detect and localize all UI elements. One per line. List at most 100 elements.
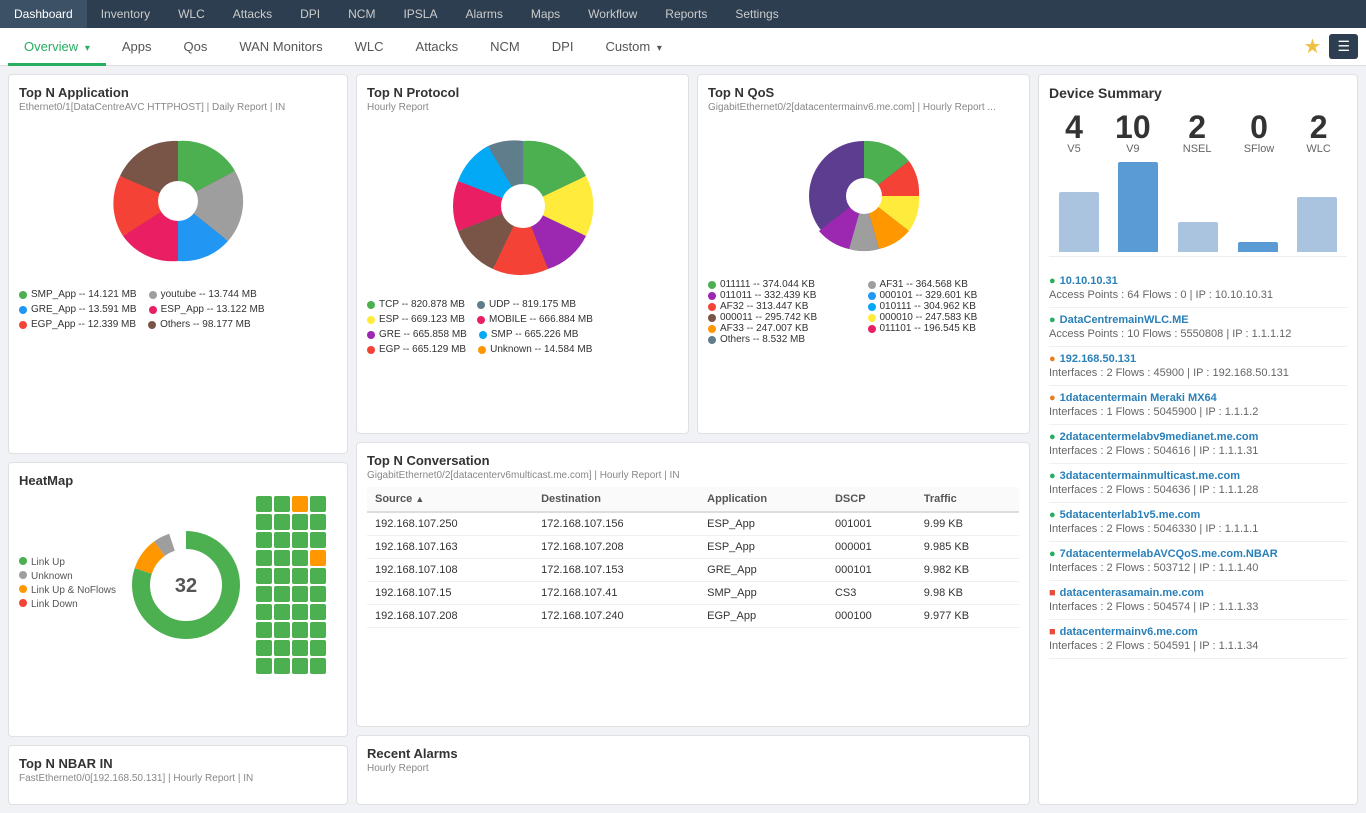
nav-attacks[interactable]: Attacks	[219, 0, 286, 28]
legend-item: youtube -- 13.744 MB	[149, 289, 257, 300]
table-cell-traffic: 9.99 KB	[916, 512, 1019, 536]
table-cell-dest: 172.168.107.153	[533, 559, 699, 582]
device-name[interactable]: ●3datacentermainmulticast.me.com	[1049, 470, 1347, 482]
top-n-app-title: Top N Application	[19, 85, 337, 100]
table-cell-dscp: 001001	[827, 512, 916, 536]
tab-ncm[interactable]: NCM	[474, 28, 536, 66]
device-summary-title: Device Summary	[1049, 85, 1347, 101]
top-n-protocol-subtitle: Hourly Report	[367, 102, 678, 113]
nav-inventory[interactable]: Inventory	[87, 0, 164, 28]
table-cell-dest: 172.168.107.208	[533, 536, 699, 559]
recent-alarms-title: Recent Alarms	[367, 746, 1019, 761]
device-info: Interfaces : 1 Flows : 5045900 | IP : 1.…	[1049, 406, 1347, 418]
conversation-table: Source ▲ Destination Application DSCP Tr…	[367, 487, 1019, 628]
recent-alarms-card: Recent Alarms Hourly Report	[356, 735, 1030, 805]
device-counts: 4 V5 10 V9 2 NSEL 0 SFlow 2 WLC	[1049, 111, 1347, 155]
device-bar-chart	[1049, 167, 1347, 257]
legend-item: SMP_App -- 14.121 MB	[19, 289, 137, 300]
sort-arrow: ▲	[415, 494, 424, 504]
count-nsel: 2 NSEL	[1183, 111, 1212, 155]
tab-attacks[interactable]: Attacks	[400, 28, 475, 66]
table-cell-source: 192.168.107.250	[367, 512, 533, 536]
table-cell-dest: 172.168.107.156	[533, 512, 699, 536]
hm-legend-noflows: Link Up & NoFlows	[19, 585, 116, 596]
nav-wlc[interactable]: WLC	[164, 0, 219, 28]
list-item: ■datacenterasamain.me.com Interfaces : 2…	[1049, 581, 1347, 620]
favorite-button[interactable]: ★	[1304, 34, 1322, 59]
device-name[interactable]: ■datacentermainv6.me.com	[1049, 626, 1347, 638]
tab-overview[interactable]: Overview ▾	[8, 28, 106, 66]
table-cell-source: 192.168.107.208	[367, 605, 533, 628]
col-source[interactable]: Source ▲	[367, 487, 533, 512]
main-content: Top N Application Ethernet0/1[DataCentre…	[0, 66, 1366, 813]
tab-wan-monitors[interactable]: WAN Monitors	[223, 28, 338, 66]
device-list: ●10.10.10.31 Access Points : 64 Flows : …	[1049, 269, 1347, 659]
nav-dpi[interactable]: DPI	[286, 0, 334, 28]
count-v9: 10 V9	[1115, 111, 1151, 155]
center-column: Top N Protocol Hourly Report	[356, 74, 1030, 805]
table-cell-source: 192.168.107.108	[367, 559, 533, 582]
top-n-conv-subtitle: GigabitEthernet0/2[datacenterv6multicast…	[367, 470, 1019, 481]
menu-button[interactable]: ☰	[1329, 34, 1358, 59]
col-application[interactable]: Application	[699, 487, 827, 512]
device-name[interactable]: ■datacenterasamain.me.com	[1049, 587, 1347, 599]
col-destination[interactable]: Destination	[533, 487, 699, 512]
hm-legend-linkdown: Link Down	[19, 599, 116, 610]
tab-dpi[interactable]: DPI	[536, 28, 590, 66]
top-n-app-pie	[98, 121, 258, 281]
col-traffic[interactable]: Traffic	[916, 487, 1019, 512]
device-status-icon: ●	[1049, 314, 1056, 326]
device-name[interactable]: ●10.10.10.31	[1049, 275, 1347, 287]
hm-legend-linkup: Link Up	[19, 557, 116, 568]
nav-workflow[interactable]: Workflow	[574, 0, 651, 28]
list-item: ●192.168.50.131 Interfaces : 2 Flows : 4…	[1049, 347, 1347, 386]
device-status-icon: ●	[1049, 509, 1056, 521]
bar-v9	[1118, 162, 1158, 252]
table-row: 192.168.107.250172.168.107.156ESP_App001…	[367, 512, 1019, 536]
list-item: ■datacentermainv6.me.com Interfaces : 2 …	[1049, 620, 1347, 659]
device-name[interactable]: ●5datacenterlab1v5.me.com	[1049, 509, 1347, 521]
nav-reports[interactable]: Reports	[651, 0, 721, 28]
device-name[interactable]: ●1datacentermain Meraki MX64	[1049, 392, 1347, 404]
count-wlc: 2 WLC	[1306, 111, 1330, 155]
device-name[interactable]: ●7datacentermelabAVCQoS.me.com.NBAR	[1049, 548, 1347, 560]
device-name[interactable]: ●2datacentermelabv9medianet.me.com	[1049, 431, 1347, 443]
device-info: Interfaces : 2 Flows : 504616 | IP : 1.1…	[1049, 445, 1347, 457]
top-n-qos-title: Top N QoS	[708, 85, 1019, 100]
tab-custom[interactable]: Custom ▾	[589, 28, 677, 66]
top-n-app-legend: SMP_App -- 14.121 MB youtube -- 13.744 M…	[19, 289, 337, 330]
table-row: 192.168.107.163172.168.107.208ESP_App000…	[367, 536, 1019, 559]
nav-maps[interactable]: Maps	[517, 0, 574, 28]
list-item: ●2datacentermelabv9medianet.me.com Inter…	[1049, 425, 1347, 464]
device-summary-card: Device Summary 4 V5 10 V9 2 NSEL 0 SFlow	[1038, 74, 1358, 805]
table-cell-dest: 172.168.107.41	[533, 582, 699, 605]
table-row: 192.168.107.208172.168.107.240EGP_App000…	[367, 605, 1019, 628]
table-cell-traffic: 9.977 KB	[916, 605, 1019, 628]
top-n-conversation-card: Top N Conversation GigabitEthernet0/2[da…	[356, 442, 1030, 727]
table-cell-dest: 172.168.107.240	[533, 605, 699, 628]
heatmap-donut: 32	[126, 525, 246, 645]
tab-wlc[interactable]: WLC	[339, 28, 400, 66]
table-cell-source: 192.168.107.163	[367, 536, 533, 559]
list-item: ●DataCentremainWLC.ME Access Points : 10…	[1049, 308, 1347, 347]
nav-alarms[interactable]: Alarms	[451, 0, 516, 28]
nav-settings[interactable]: Settings	[721, 0, 792, 28]
top-n-nbar-card: Top N NBAR IN FastEthernet0/0[192.168.50…	[8, 745, 348, 805]
tab-qos[interactable]: Qos	[167, 28, 223, 66]
device-status-icon: ■	[1049, 587, 1056, 599]
legend-item: Others -- 98.177 MB	[148, 319, 251, 330]
top-n-qos-legend: 011111 -- 374.044 KB 011011 -- 332.439 K…	[708, 279, 1019, 345]
col-dscp[interactable]: DSCP	[827, 487, 916, 512]
heatmap-title: HeatMap	[19, 473, 337, 488]
nav-ncm[interactable]: NCM	[334, 0, 389, 28]
legend-item: EGP_App -- 12.339 MB	[19, 319, 136, 330]
device-status-icon: ●	[1049, 431, 1056, 443]
table-cell-app: GRE_App	[699, 559, 827, 582]
nav-ipsla[interactable]: IPSLA	[389, 0, 451, 28]
device-status-icon: ●	[1049, 275, 1056, 287]
tab-apps[interactable]: Apps	[106, 28, 168, 66]
table-row: 192.168.107.108172.168.107.153GRE_App000…	[367, 559, 1019, 582]
nav-dashboard[interactable]: Dashboard	[0, 0, 87, 28]
device-name[interactable]: ●DataCentremainWLC.ME	[1049, 314, 1347, 326]
device-name[interactable]: ●192.168.50.131	[1049, 353, 1347, 365]
